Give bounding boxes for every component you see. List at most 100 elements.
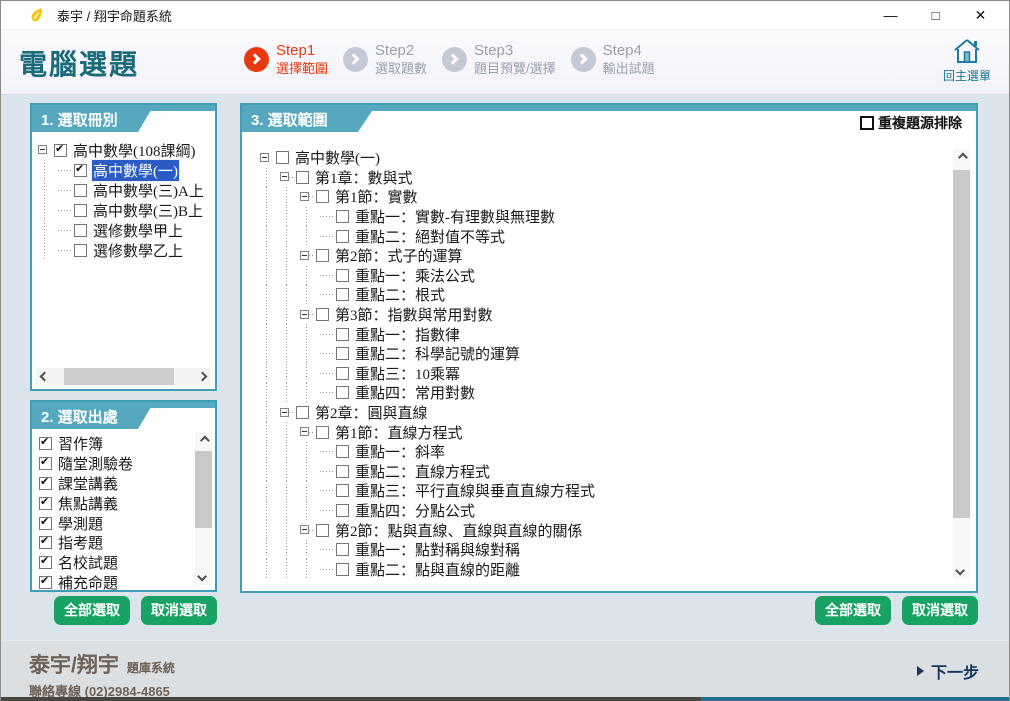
collapse-expander-icon[interactable]	[300, 427, 309, 436]
tree-item-checkbox[interactable]	[316, 426, 329, 439]
tree-item-label[interactable]: 重點二：直線方程式	[354, 461, 491, 482]
collapse-expander-icon[interactable]	[300, 251, 309, 260]
tree-item-checkbox[interactable]	[316, 249, 329, 262]
source-checkbox[interactable]	[39, 576, 52, 589]
duplicate-source-exclude-checkbox[interactable]: 重複題源排除	[860, 113, 962, 133]
tree-item-label[interactable]: 重點二：根式	[354, 284, 446, 305]
tree-item-checkbox[interactable]	[296, 171, 309, 184]
source-checkbox[interactable]	[39, 517, 52, 530]
collapse-expander-icon[interactable]	[260, 153, 269, 162]
tree-item-label[interactable]: 重點二：絕對值不等式	[354, 226, 506, 247]
source-checkbox[interactable]	[39, 536, 52, 549]
scroll-right-arrow[interactable]	[194, 368, 211, 385]
scroll-down-arrow[interactable]	[953, 562, 970, 579]
select-all-button-left[interactable]: 全部選取	[54, 596, 130, 625]
tree-item-label[interactable]: 高中數學(108課綱)	[72, 140, 197, 161]
tree-item-label[interactable]: 選修數學乙上	[92, 240, 184, 261]
scroll-up-arrow[interactable]	[195, 432, 212, 449]
tree-item-checkbox[interactable]	[74, 244, 87, 257]
collapse-expander-icon[interactable]	[300, 310, 309, 319]
tree-item-label[interactable]: 重點四：常用對數	[354, 382, 476, 403]
source-label[interactable]: 學測題	[57, 513, 104, 534]
scroll-down-arrow[interactable]	[195, 568, 212, 585]
source-label[interactable]: 習作簿	[57, 433, 104, 454]
source-label[interactable]: 補充命題	[57, 572, 119, 593]
tree-item-label[interactable]: 第2節：點與直線、直線與直線的關係	[334, 520, 584, 541]
tree-item-checkbox[interactable]	[74, 184, 87, 197]
tree-item-checkbox[interactable]	[316, 524, 329, 537]
tree-item-label[interactable]: 高中數學(三)A上	[92, 180, 205, 201]
tree-item-label[interactable]: 第3節：指數與常用對數	[334, 304, 494, 325]
collapse-expander-icon[interactable]	[300, 192, 309, 201]
tree-item-label[interactable]: 重點三：10乘冪	[354, 363, 461, 384]
source-label[interactable]: 焦點講義	[57, 493, 119, 514]
tree-item-checkbox[interactable]	[316, 308, 329, 321]
collapse-expander-icon[interactable]	[280, 172, 289, 181]
deselect-button-right[interactable]: 取消選取	[902, 596, 978, 625]
tree-item-checkbox[interactable]	[336, 347, 349, 360]
tree-item-label[interactable]: 重點一：點對稱與線對稱	[354, 539, 521, 560]
panel1-horizontal-scrollbar[interactable]	[36, 368, 211, 385]
tree-item-checkbox[interactable]	[316, 190, 329, 203]
source-checkbox[interactable]	[39, 497, 52, 510]
scroll-up-arrow[interactable]	[953, 149, 970, 166]
tree-item-label[interactable]: 第1章：數與式	[314, 167, 414, 188]
scroll-left-arrow[interactable]	[36, 368, 53, 385]
source-checkbox[interactable]	[39, 477, 52, 490]
source-checkbox[interactable]	[39, 457, 52, 470]
step-3[interactable]: Step3 題目預覽/選擇	[442, 42, 556, 77]
tree-item-checkbox[interactable]	[336, 230, 349, 243]
panel3-vertical-scrollbar[interactable]	[953, 149, 970, 579]
panel2-vertical-scrollbar[interactable]	[195, 432, 212, 585]
tree-item-label[interactable]: 重點四：分點公式	[354, 500, 476, 521]
tree-item-label[interactable]: 高中數學(三)B上	[92, 200, 204, 221]
tree-item-checkbox[interactable]	[336, 386, 349, 399]
minimize-button[interactable]: —	[868, 1, 913, 29]
source-label[interactable]: 名校試題	[57, 552, 119, 573]
scrollbar-thumb[interactable]	[64, 368, 174, 385]
home-button[interactable]: 回主選單	[939, 37, 995, 84]
tree-item-label[interactable]: 第2節：式子的運算	[334, 245, 464, 266]
source-checkbox[interactable]	[39, 437, 52, 450]
tree-item-checkbox[interactable]	[54, 144, 67, 157]
tree-item-checkbox[interactable]	[336, 328, 349, 341]
scrollbar-track[interactable]	[53, 368, 194, 385]
source-label[interactable]: 指考題	[57, 532, 104, 553]
tree-item-label[interactable]: 高中數學(一)	[294, 147, 381, 168]
step-1[interactable]: Step1 選擇範圍	[244, 42, 328, 77]
source-label[interactable]: 隨堂測驗卷	[57, 453, 134, 474]
step-2[interactable]: Step2 選取題數	[343, 42, 427, 77]
tree-item-checkbox[interactable]	[336, 210, 349, 223]
tree-item-label[interactable]: 重點一：乘法公式	[354, 265, 476, 286]
close-button[interactable]: ✕	[958, 1, 1003, 29]
tree-item-checkbox[interactable]	[74, 224, 87, 237]
next-step-button[interactable]: 下一步	[917, 659, 979, 683]
maximize-button[interactable]: □	[913, 1, 958, 29]
tree-item-label[interactable]: 重點一：指數律	[354, 324, 461, 345]
tree-item-label[interactable]: 第1節：直線方程式	[334, 422, 464, 443]
tree-item-label[interactable]: 重點二：點與直線的距離	[354, 559, 521, 580]
tree-item-checkbox[interactable]	[336, 465, 349, 478]
tree-item-checkbox[interactable]	[336, 563, 349, 576]
tree-item-label[interactable]: 選修數學甲上	[92, 220, 184, 241]
scrollbar-track[interactable]	[953, 166, 970, 562]
scrollbar-thumb[interactable]	[953, 170, 970, 518]
checkbox-icon[interactable]	[860, 116, 874, 130]
tree-item-checkbox[interactable]	[336, 543, 349, 556]
tree-item-label[interactable]: 重點一：斜率	[354, 441, 446, 462]
tree-item-label[interactable]: 第2章：圓與直線	[314, 402, 429, 423]
tree-item-checkbox[interactable]	[74, 204, 87, 217]
select-all-button-right[interactable]: 全部選取	[815, 596, 891, 625]
step-4[interactable]: Step4 輸出試題	[571, 42, 655, 77]
source-label[interactable]: 課堂講義	[57, 473, 119, 494]
collapse-expander-icon[interactable]	[300, 525, 309, 534]
tree-item-checkbox[interactable]	[276, 151, 289, 164]
tree-item-checkbox[interactable]	[336, 367, 349, 380]
collapse-expander-icon[interactable]	[280, 408, 289, 417]
scrollbar-track[interactable]	[195, 449, 212, 568]
tree-item-checkbox[interactable]	[336, 504, 349, 517]
tree-item-checkbox[interactable]	[336, 288, 349, 301]
tree-item-checkbox[interactable]	[336, 445, 349, 458]
scrollbar-thumb[interactable]	[195, 451, 212, 527]
tree-item-label[interactable]: 第1節：實數	[334, 186, 419, 207]
